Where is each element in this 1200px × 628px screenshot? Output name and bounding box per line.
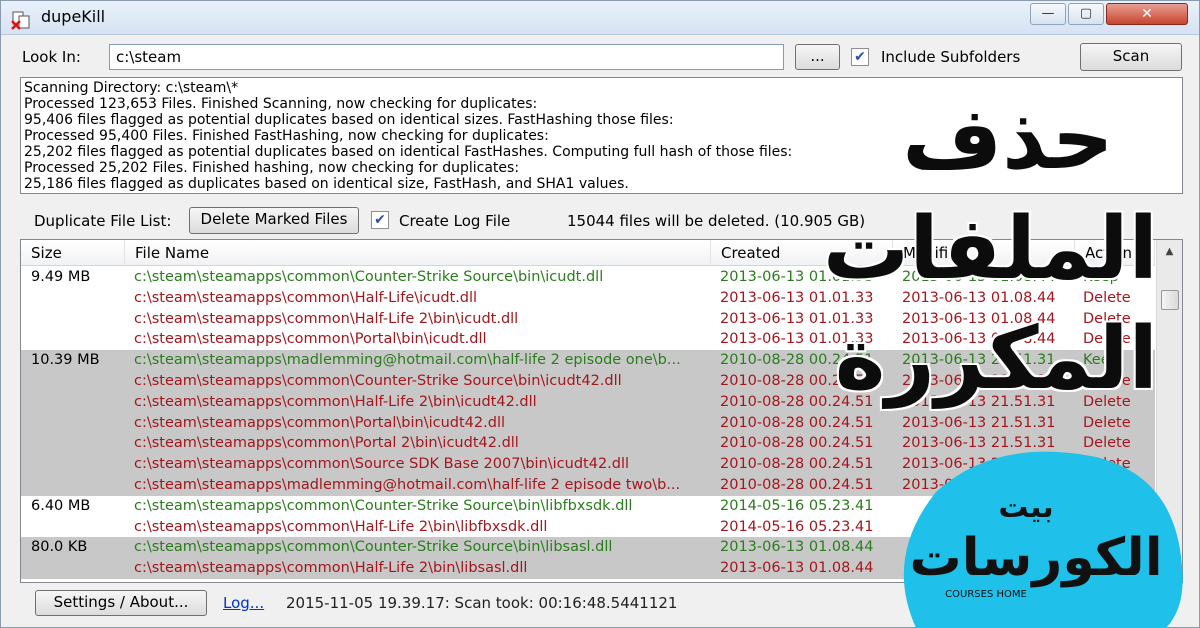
action-cell: Delete (1083, 414, 1131, 431)
created-cell: 2013-06-13 01.08.44 (720, 539, 874, 556)
file-name-cell: c:\steam\steamapps\common\Source SDK Bas… (134, 456, 630, 473)
duplicate-list-label: Duplicate File List: (34, 212, 172, 230)
file-name-cell: c:\steam\steamapps\common\Counter-Strike… (134, 539, 613, 556)
size-cell: 9.49 MB (31, 269, 91, 285)
scan-button[interactable]: Scan (1080, 43, 1182, 71)
file-name-cell: c:\steam\steamapps\common\Portal 2\bin\i… (134, 435, 519, 452)
close-button[interactable]: ✕ (1106, 3, 1188, 25)
file-name-cell: c:\steam\steamapps\common\Portal\bin\icu… (134, 414, 505, 431)
created-cell: 2014-05-16 05.23.41 (720, 518, 874, 535)
created-cell: 2010-08-28 00.24.51 (720, 435, 874, 452)
scroll-up-icon[interactable]: ▲ (1157, 242, 1182, 262)
look-in-input[interactable] (109, 44, 784, 70)
include-subfolders-label: Include Subfolders (881, 48, 1021, 66)
include-subfolders-checkbox[interactable]: ✔ (851, 48, 869, 66)
table-row[interactable]: c:\steam\steamapps\common\Portal\bin\icu… (21, 412, 1155, 434)
created-cell: 2010-08-28 00.24.51 (720, 456, 874, 473)
browse-button[interactable]: ... (795, 44, 840, 70)
column-header-file-name[interactable]: File Name (125, 240, 711, 266)
logo-main-text: الكورسات (909, 528, 1162, 588)
deletion-summary: 15044 files will be deleted. (10.905 GB) (567, 212, 866, 230)
file-name-cell: c:\steam\steamapps\common\Half-Life 2\bi… (134, 518, 548, 535)
window-title: dupeKill (41, 7, 106, 26)
create-log-label: Create Log File (399, 212, 511, 230)
look-in-label: Look In: (22, 48, 81, 66)
file-name-cell: c:\steam\steamapps\common\Counter-Strike… (134, 372, 622, 389)
log-link[interactable]: Log... (223, 594, 264, 612)
courses-home-logo: بيت الكورسات COURSES HOME (903, 451, 1183, 628)
file-name-cell: c:\steam\steamapps\common\Half-Life 2\bi… (134, 560, 528, 577)
title-bar: dupeKill — ▢ ✕ (1, 1, 1199, 35)
size-cell: 10.39 MB (31, 352, 100, 369)
maximize-button[interactable]: ▢ (1068, 3, 1104, 25)
created-cell: 2010-08-28 00.24.51 (720, 476, 874, 493)
created-cell: 2014-05-16 05.23.41 (720, 497, 874, 514)
file-name-cell: c:\steam\steamapps\madlemming@hotmail.co… (134, 352, 681, 369)
file-name-cell: c:\steam\steamapps\common\Counter-Strike… (134, 269, 604, 285)
size-cell: 80.0 KB (31, 539, 88, 556)
overlay-title-line: المكررة (834, 309, 1158, 409)
file-name-cell: c:\steam\steamapps\madlemming@hotmail.co… (134, 476, 681, 493)
dupekill-app-icon (11, 11, 30, 30)
created-cell: 2013-06-13 01.08.44 (720, 560, 874, 577)
scroll-thumb[interactable] (1161, 290, 1179, 310)
column-header-size[interactable]: Size (21, 240, 125, 266)
logo-sub-text: COURSES HOME (945, 589, 1027, 600)
create-log-checkbox[interactable]: ✔ (371, 211, 389, 229)
file-name-cell: c:\steam\steamapps\common\Half-Life 2\bi… (134, 310, 519, 327)
overlay-title-line: الملفات (822, 199, 1158, 299)
overlay-arabic-title: حذف الملفات المكررة (822, 84, 1158, 414)
status-text: 2015-11-05 19.39.17: Scan took: 00:16:48… (286, 594, 678, 612)
file-name-cell: c:\steam\steamapps\common\Counter-Strike… (134, 497, 633, 514)
file-name-cell: c:\steam\steamapps\common\Portal\bin\icu… (134, 331, 487, 348)
created-cell: 2010-08-28 00.24.51 (720, 414, 874, 431)
size-cell: 6.40 MB (31, 497, 91, 514)
delete-marked-files-button[interactable]: Delete Marked Files (189, 207, 359, 234)
file-name-cell: c:\steam\steamapps\common\Half-Life\icud… (134, 289, 478, 306)
modified-cell: 2013-06-13 21.51.31 (902, 414, 1056, 431)
settings-about-button[interactable]: Settings / About... (35, 590, 207, 616)
minimize-button[interactable]: — (1030, 3, 1066, 25)
overlay-title-line: حذف (902, 89, 1114, 189)
file-name-cell: c:\steam\steamapps\common\Half-Life 2\bi… (134, 393, 537, 410)
logo-top-text: بيت (998, 490, 1053, 525)
